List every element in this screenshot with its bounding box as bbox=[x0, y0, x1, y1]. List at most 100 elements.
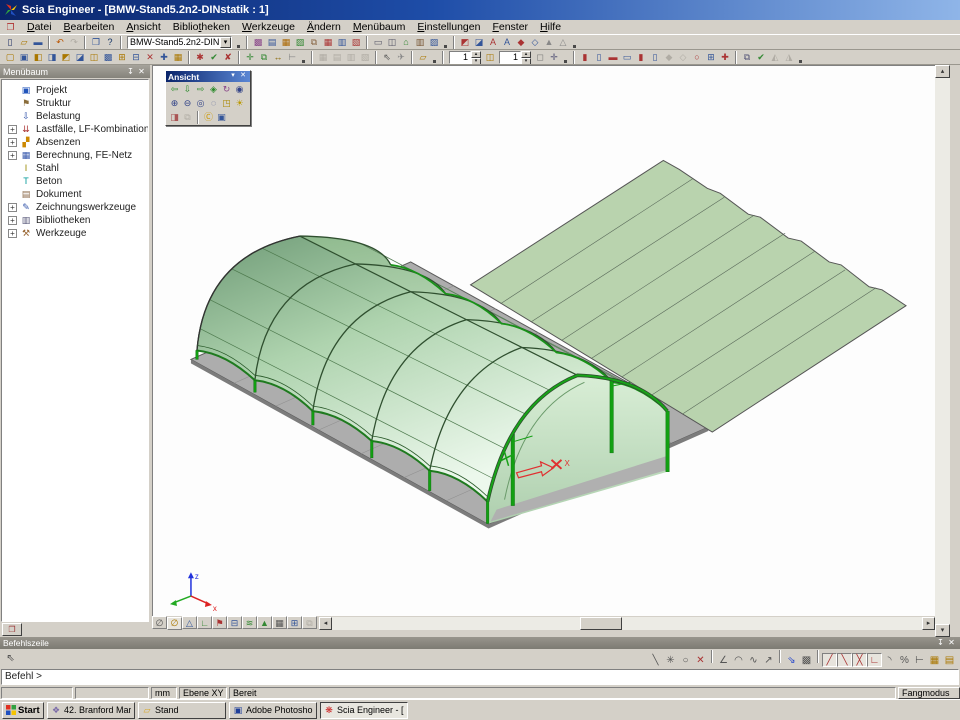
combo-dropdown-arrow-icon[interactable]: ▾ bbox=[220, 37, 231, 48]
spline-icon[interactable]: ∿ bbox=[746, 654, 761, 668]
render-wireframe-icon[interactable]: △ bbox=[556, 36, 570, 49]
wireframe-toggle-icon[interactable]: ∅ bbox=[152, 616, 167, 629]
axes-toggle-icon[interactable]: ∟ bbox=[197, 616, 212, 629]
start-button[interactable]: Start bbox=[2, 702, 44, 719]
snap-mode-button[interactable]: Fangmodus bbox=[898, 687, 960, 699]
menu-fenster[interactable]: Fenster bbox=[486, 20, 534, 34]
zoom-window-icon[interactable]: ◉ bbox=[233, 83, 246, 95]
layer-spinner-input[interactable] bbox=[499, 51, 521, 64]
perspective-icon[interactable]: ◨ bbox=[168, 111, 181, 123]
beam-icon[interactable]: ▮ bbox=[578, 51, 592, 64]
check-structure-icon[interactable]: ✔ bbox=[754, 51, 768, 64]
taskbar-item-scia[interactable]: ❋Scia Engineer - [... bbox=[320, 702, 408, 719]
befehlszeile-caption[interactable]: Befehlszeile ↧ ✕ bbox=[0, 637, 960, 649]
tree-item-label[interactable]: Dokument bbox=[36, 189, 82, 200]
snap-grid-point-icon[interactable]: ▦ bbox=[927, 654, 942, 668]
weld-icon[interactable]: ◭ bbox=[768, 51, 782, 64]
table-edit-icon[interactable]: ▦ bbox=[316, 51, 330, 64]
menu-einstellungen[interactable]: Einstellungen bbox=[411, 20, 486, 34]
new-circle-icon[interactable]: ○ bbox=[678, 654, 693, 668]
picture-gallery-icon[interactable]: ▨ bbox=[293, 36, 307, 49]
zoom-all-icon[interactable]: ◎ bbox=[194, 97, 207, 109]
help-icon[interactable]: ? bbox=[103, 36, 117, 49]
display-supports-icon[interactable]: ◆ bbox=[514, 36, 528, 49]
snap-length-icon[interactable]: ⊢ bbox=[912, 654, 927, 668]
hscroll-track[interactable] bbox=[332, 617, 922, 630]
tree-expand-icon[interactable]: + bbox=[8, 203, 17, 212]
close-icon[interactable]: ✕ bbox=[946, 638, 957, 648]
tree-item-label[interactable]: Bibliotheken bbox=[36, 215, 90, 226]
calculator-icon[interactable]: ▦ bbox=[321, 36, 335, 49]
cross-link-icon[interactable]: ⊞ bbox=[704, 51, 718, 64]
select-slabs-icon[interactable]: ◧ bbox=[31, 51, 45, 64]
tree-item-beton[interactable]: TBeton bbox=[8, 175, 148, 188]
view-top-icon[interactable]: ⇩ bbox=[181, 83, 194, 95]
surface-toggle-icon[interactable]: △ bbox=[182, 616, 197, 629]
new-project-icon[interactable]: ▯ bbox=[3, 36, 17, 49]
tree-item-belastung[interactable]: ⇩Belastung bbox=[8, 110, 148, 123]
zoom-in-icon[interactable]: ⊕ bbox=[168, 97, 181, 109]
modify-icon[interactable]: ✱ bbox=[193, 51, 207, 64]
selection-mode-icon[interactable]: ✚ bbox=[157, 51, 171, 64]
snap-midpoint-icon[interactable]: ╱ bbox=[822, 653, 837, 667]
accept-icon[interactable]: ✔ bbox=[207, 51, 221, 64]
tree-item-berechnung[interactable]: +▦Berechnung, FE-Netz bbox=[8, 149, 148, 162]
menubaum-caption[interactable]: Menübaum ↧ ✕ bbox=[0, 65, 150, 78]
document-window-icon[interactable]: ❐ bbox=[4, 22, 17, 33]
open-project-icon[interactable]: ▱ bbox=[17, 36, 31, 49]
display-labels-icon[interactable]: A bbox=[486, 36, 500, 49]
tree-item-werkzeuge[interactable]: +⚒Werkzeuge bbox=[8, 227, 148, 240]
property-edit-icon[interactable]: ▤ bbox=[330, 51, 344, 64]
tree-expand-icon[interactable]: + bbox=[8, 138, 17, 147]
toolbar-more-dot[interactable] bbox=[302, 60, 305, 63]
tree-item-absenzen[interactable]: +▞Absenzen bbox=[8, 136, 148, 149]
save-icon[interactable]: ▬ bbox=[31, 36, 45, 49]
select-nodes-icon[interactable]: ▢ bbox=[3, 51, 17, 64]
close-icon[interactable]: ✕ bbox=[136, 67, 147, 77]
title-bar[interactable]: Scia Engineer - [BMW-Stand5.2n2-DINstati… bbox=[0, 0, 960, 20]
column-icon[interactable]: ▯ bbox=[592, 51, 606, 64]
coordinates-info-icon[interactable]: Ⓒ bbox=[202, 111, 215, 123]
view-axo-icon[interactable]: ◈ bbox=[207, 83, 220, 95]
vector-icon[interactable]: ↗ bbox=[761, 654, 776, 668]
move-icon[interactable]: ✛ bbox=[243, 51, 257, 64]
pin-icon[interactable]: ↧ bbox=[935, 638, 946, 648]
command-input[interactable]: Befehl > bbox=[1, 669, 959, 685]
open-folder-icon[interactable]: ▱ bbox=[416, 51, 430, 64]
tree-item-zeichnung[interactable]: +✎Zeichnungswerkzeuge bbox=[8, 201, 148, 214]
display-names-icon[interactable]: A bbox=[500, 36, 514, 49]
active-project-combo[interactable]: BMW-Stand5.2n2-DIN▾ bbox=[127, 36, 232, 49]
menubaum-panel-tab[interactable]: ❐ bbox=[2, 623, 22, 636]
copy-icon[interactable]: ⧉ bbox=[257, 51, 271, 64]
previous-selection-icon[interactable]: ⊟ bbox=[129, 51, 143, 64]
layers-toggle-icon[interactable]: ⧉ bbox=[302, 616, 317, 629]
track-pointer-icon[interactable]: ⇖ bbox=[3, 652, 18, 666]
snap-orthogonal-icon[interactable]: ∟ bbox=[867, 653, 882, 667]
tree-item-label[interactable]: Stahl bbox=[36, 163, 59, 174]
redo-icon[interactable]: ↷ bbox=[67, 36, 81, 49]
menu-ansicht[interactable]: Ansicht bbox=[120, 20, 166, 34]
scroll-up-icon[interactable]: ▴ bbox=[935, 65, 950, 78]
select-by-property-icon[interactable]: ◫ bbox=[87, 51, 101, 64]
tree-expand-icon[interactable]: + bbox=[8, 229, 17, 238]
select-members-icon[interactable]: ▣ bbox=[17, 51, 31, 64]
select-dimensions-icon[interactable]: ◪ bbox=[73, 51, 87, 64]
zoom-out-icon[interactable]: ⊖ bbox=[181, 97, 194, 109]
zoom-selection-icon[interactable]: ◌ bbox=[207, 97, 220, 109]
document-preview-icon[interactable]: ▥ bbox=[344, 51, 358, 64]
close-icon[interactable]: ✕ bbox=[238, 72, 248, 81]
document-icon[interactable]: ▤ bbox=[265, 36, 279, 49]
results-table-icon[interactable]: ▥ bbox=[335, 36, 349, 49]
image-export-icon[interactable]: ▨ bbox=[427, 36, 441, 49]
internal-node-icon[interactable]: ✚ bbox=[718, 51, 732, 64]
ucs-icon[interactable]: ✛ bbox=[547, 51, 561, 64]
pin-icon[interactable]: ↧ bbox=[125, 67, 136, 77]
hinge-icon[interactable]: ○ bbox=[690, 51, 704, 64]
menu-hilfe[interactable]: Hilfe bbox=[534, 20, 567, 34]
snap-line-grid-icon[interactable]: ▤ bbox=[942, 654, 957, 668]
tree-item-label[interactable]: Lastfälle, LF-Kombinationen bbox=[36, 124, 148, 135]
terrain-toggle-icon[interactable]: ▲ bbox=[257, 616, 272, 629]
tree-item-label[interactable]: Beton bbox=[36, 176, 62, 187]
menu-bibliotheken[interactable]: Bibliotheken bbox=[167, 20, 236, 34]
wall-icon[interactable]: ▭ bbox=[620, 51, 634, 64]
